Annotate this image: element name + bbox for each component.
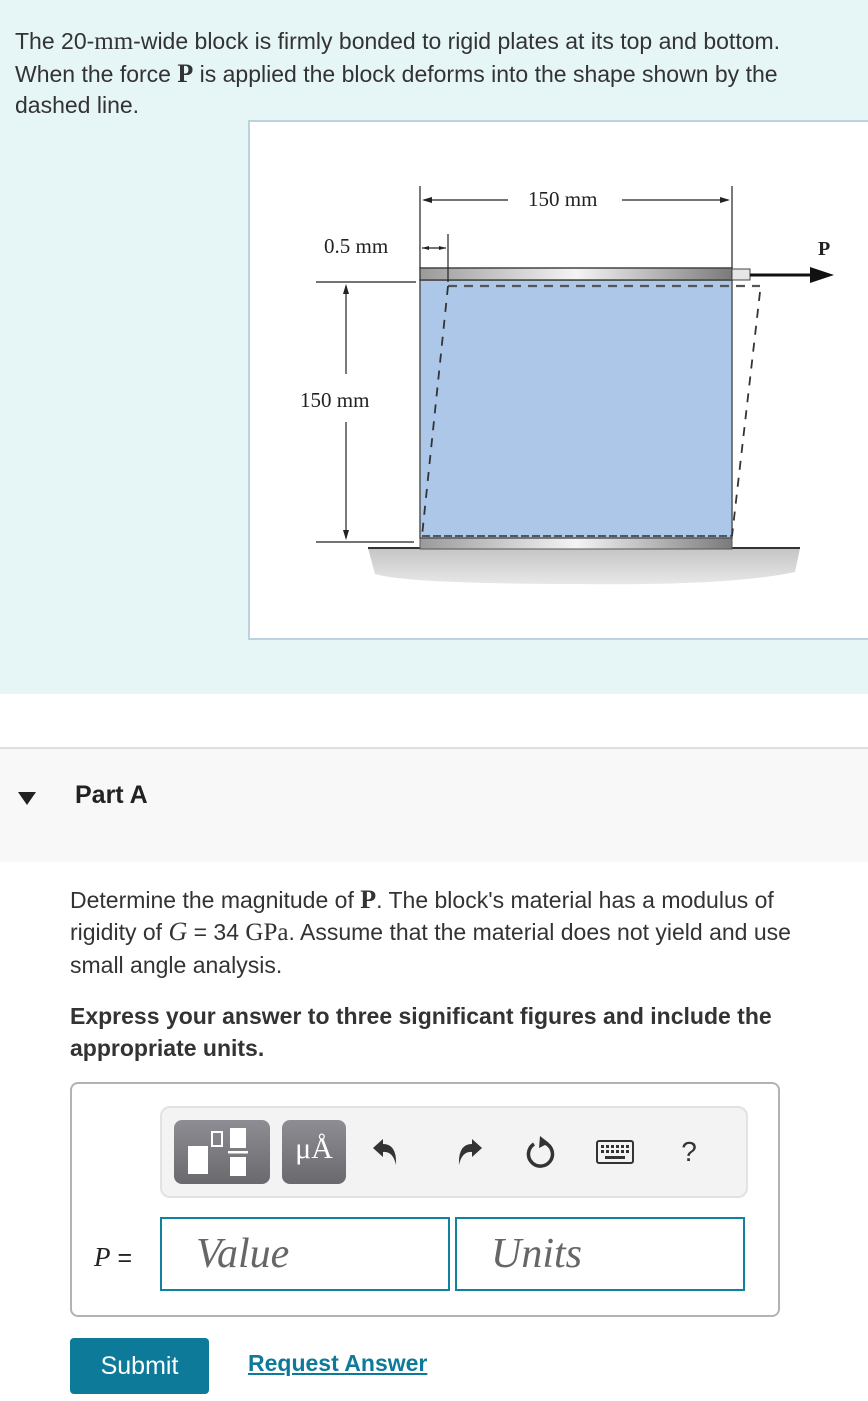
deformed-right (731, 291, 761, 537)
force-arrow-head (810, 267, 834, 283)
intro-text-segment: When the force (15, 60, 178, 87)
ground (368, 548, 800, 585)
reset-icon (526, 1136, 555, 1168)
submit-button[interactable]: Submit (70, 1338, 209, 1394)
equals-sign: = (117, 1244, 133, 1272)
redo-button[interactable] (447, 1130, 491, 1174)
redo-icon (458, 1139, 482, 1165)
part-title: Part A (75, 781, 148, 809)
answer-variable: P (94, 1242, 111, 1272)
bottom-plate (419, 537, 733, 550)
intro-text-segment: The 20- (15, 28, 95, 54)
request-answer-link[interactable]: Request Answer (248, 1350, 427, 1377)
question-text-segment: rigidity of (70, 919, 169, 945)
answer-variable-label: P = (94, 1242, 132, 1273)
templates-icon (188, 1128, 248, 1176)
value-input[interactable] (160, 1217, 450, 1291)
question-text-segment: . Assume that the material does not yiel… (288, 919, 791, 945)
caret-down-icon[interactable] (18, 792, 36, 805)
block (419, 279, 733, 539)
figure: P 150 mm 0.5 mm 150 mm (248, 120, 868, 640)
keyboard-icon (596, 1140, 634, 1164)
question-text-segment: small angle analysis. (70, 952, 283, 978)
units-label: μÅ (295, 1132, 333, 1165)
question-text-segment: Determine the magnitude of (70, 887, 361, 913)
units-button[interactable]: μÅ (282, 1120, 346, 1184)
part-a-header[interactable]: Part A (0, 747, 868, 862)
force-label: P (818, 238, 830, 260)
answer-panel: μÅ ? P = Value Units (70, 1082, 780, 1317)
problem-statement: The 20-mm-wide block is firmly bonded to… (15, 26, 868, 122)
height-dimension-label: 150 mm (300, 388, 369, 412)
intro-text-segment: dashed line. (15, 92, 140, 118)
top-plate (419, 267, 733, 281)
intro-text-segment: -wide block is firmly bonded to rigid pl… (133, 28, 781, 54)
block-diagram: P 150 mm 0.5 mm 150 mm (300, 186, 834, 585)
problem-intro: The 20-mm-wide block is firmly bonded to… (0, 0, 868, 694)
math-toolbar: μÅ ? (160, 1106, 748, 1198)
modulus-symbol: G (168, 917, 188, 946)
plate-tab (731, 268, 751, 281)
reset-button[interactable] (519, 1130, 563, 1174)
templates-button[interactable] (174, 1120, 270, 1184)
help-icon: ? (681, 1136, 697, 1167)
units-input[interactable] (455, 1217, 745, 1291)
displacement-label: 0.5 mm (324, 234, 388, 258)
question-text-segment: = 34 (187, 919, 246, 945)
question-text-segment: . The block's material has a modulus of (376, 887, 774, 913)
instructions-line: Express your answer to three significant… (70, 1003, 772, 1029)
answer-instructions: Express your answer to three significant… (70, 1000, 868, 1064)
undo-button[interactable] (364, 1130, 408, 1174)
unit-mm: mm (94, 28, 134, 55)
intro-text-segment: is applied the block deforms into the sh… (193, 60, 778, 87)
unit-gpa: GPa (245, 919, 289, 946)
keyboard-button[interactable] (593, 1130, 637, 1174)
instructions-line: appropriate units. (70, 1035, 265, 1061)
question-text: Determine the magnitude of P. The block'… (70, 884, 868, 981)
undo-icon (373, 1139, 397, 1165)
help-button[interactable]: ? (667, 1130, 711, 1174)
force-symbol: P (360, 885, 377, 914)
force-symbol: P (177, 58, 194, 88)
width-dimension-label: 150 mm (528, 187, 597, 211)
